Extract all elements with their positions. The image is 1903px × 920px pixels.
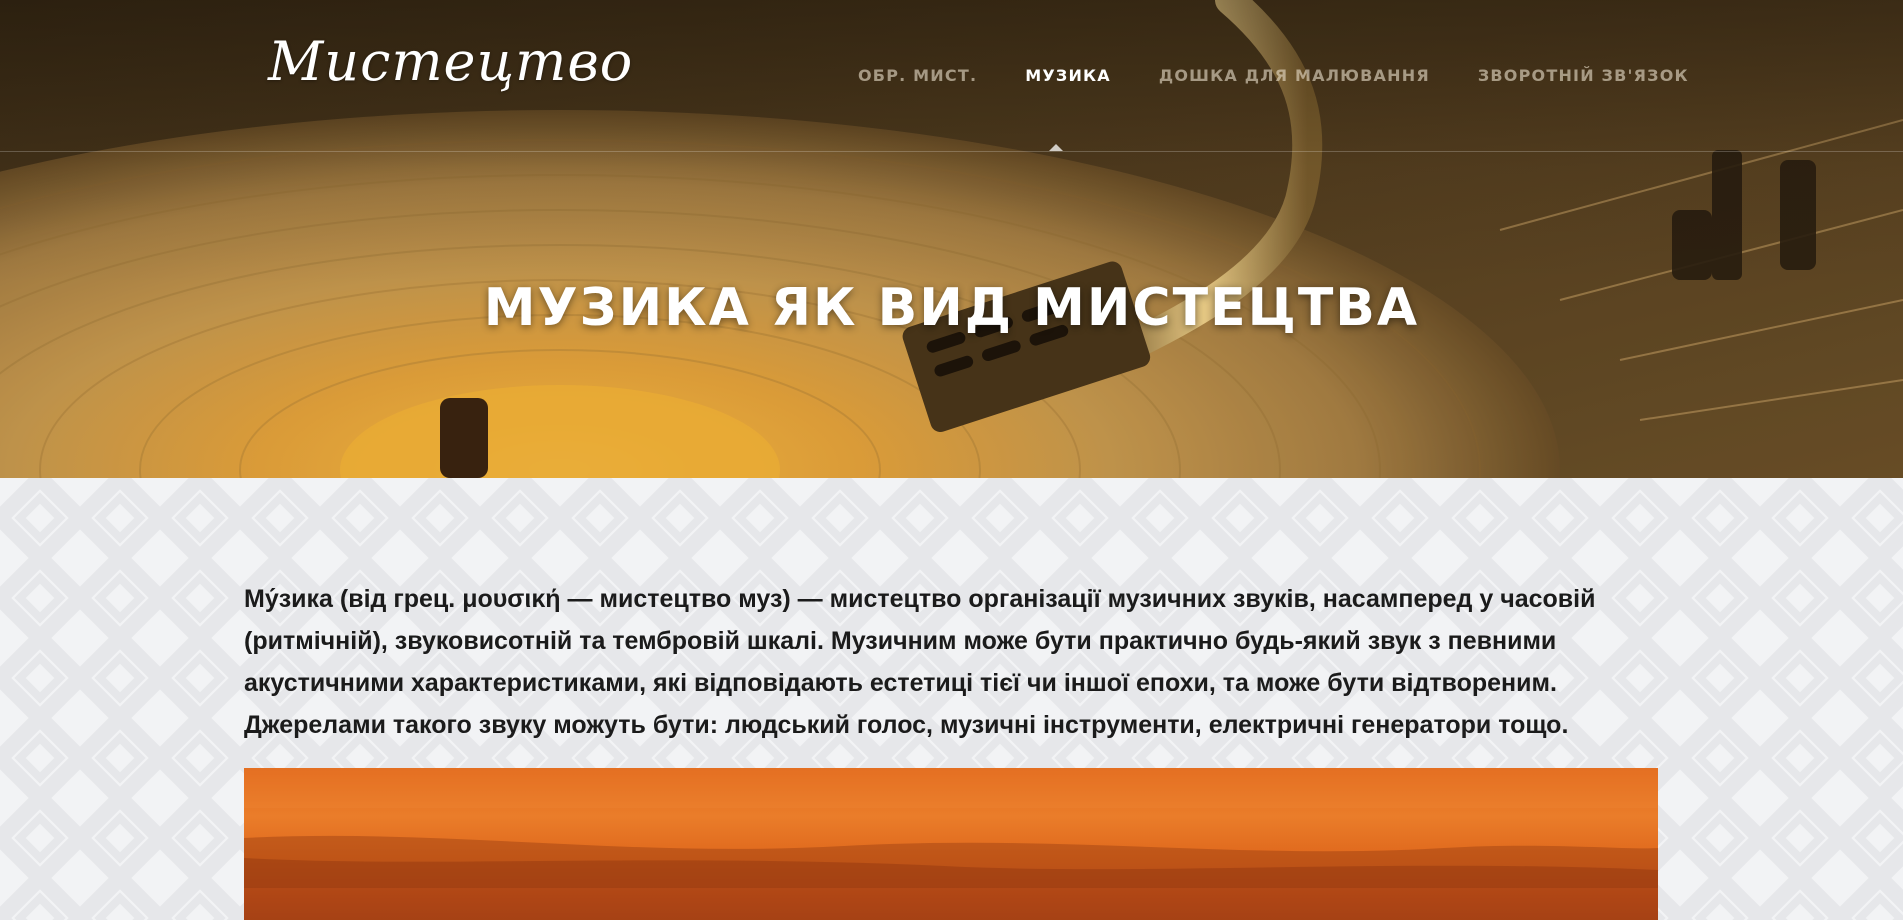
article-paragraph: Му́зика (від грец. μουσική — мистецтво м… bbox=[244, 585, 1596, 739]
nav-item-music[interactable]: Музика bbox=[1025, 66, 1111, 85]
main-nav: Обр. мист. Музика Дошка для малювання Зв… bbox=[858, 66, 1689, 85]
site-logo[interactable]: Мистецтво bbox=[268, 30, 633, 93]
nav-divider bbox=[0, 151, 1903, 152]
page-title: МУЗИКА ЯК ВИД МИСТЕЦТВА bbox=[483, 278, 1420, 338]
active-nav-indicator bbox=[1049, 144, 1063, 151]
nav-item-visual-art[interactable]: Обр. мист. bbox=[858, 66, 977, 85]
nav-item-feedback[interactable]: Зворотній зв'язок bbox=[1478, 66, 1689, 85]
sunset-image bbox=[244, 768, 1658, 920]
sunset-clouds bbox=[244, 768, 1658, 920]
nav-item-drawing-board[interactable]: Дошка для малювання bbox=[1159, 66, 1430, 85]
hero-banner: Мистецтво Обр. мист. Музика Дошка для ма… bbox=[0, 0, 1903, 478]
main-content: Му́зика (від грец. μουσική — мистецтво м… bbox=[0, 478, 1903, 920]
